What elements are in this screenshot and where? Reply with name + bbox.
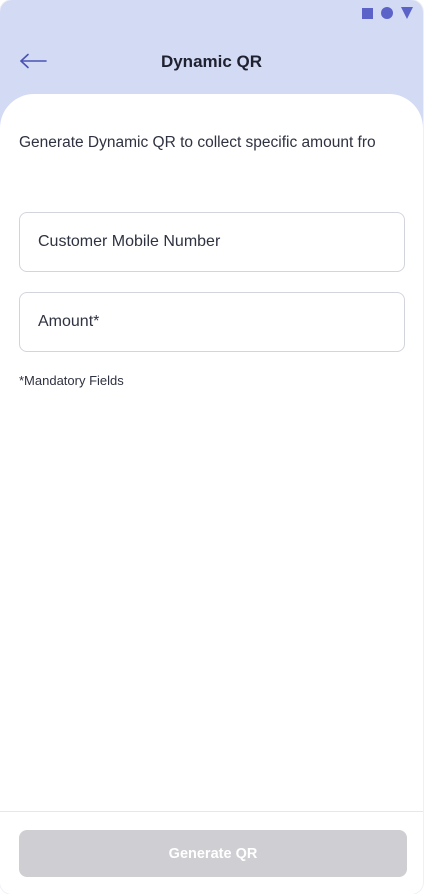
amount-input[interactable] <box>20 293 404 351</box>
customer-mobile-input[interactable] <box>20 213 404 271</box>
status-icons <box>362 7 413 19</box>
customer-mobile-field[interactable] <box>19 212 405 272</box>
mandatory-note: *Mandatory Fields <box>19 373 124 388</box>
page-title: Dynamic QR <box>160 52 263 71</box>
triangle-icon <box>401 7 413 19</box>
app-screen: Dynamic QR Generate Dynamic QR to collec… <box>0 0 423 894</box>
square-icon <box>362 7 373 19</box>
description-text: Generate Dynamic QR to collect specific … <box>19 134 376 151</box>
footer-divider <box>0 811 423 812</box>
amount-field[interactable] <box>19 292 405 352</box>
status-bar <box>0 0 423 28</box>
generate-qr-button[interactable]: Generate QR <box>19 830 407 877</box>
circle-icon <box>381 7 393 19</box>
